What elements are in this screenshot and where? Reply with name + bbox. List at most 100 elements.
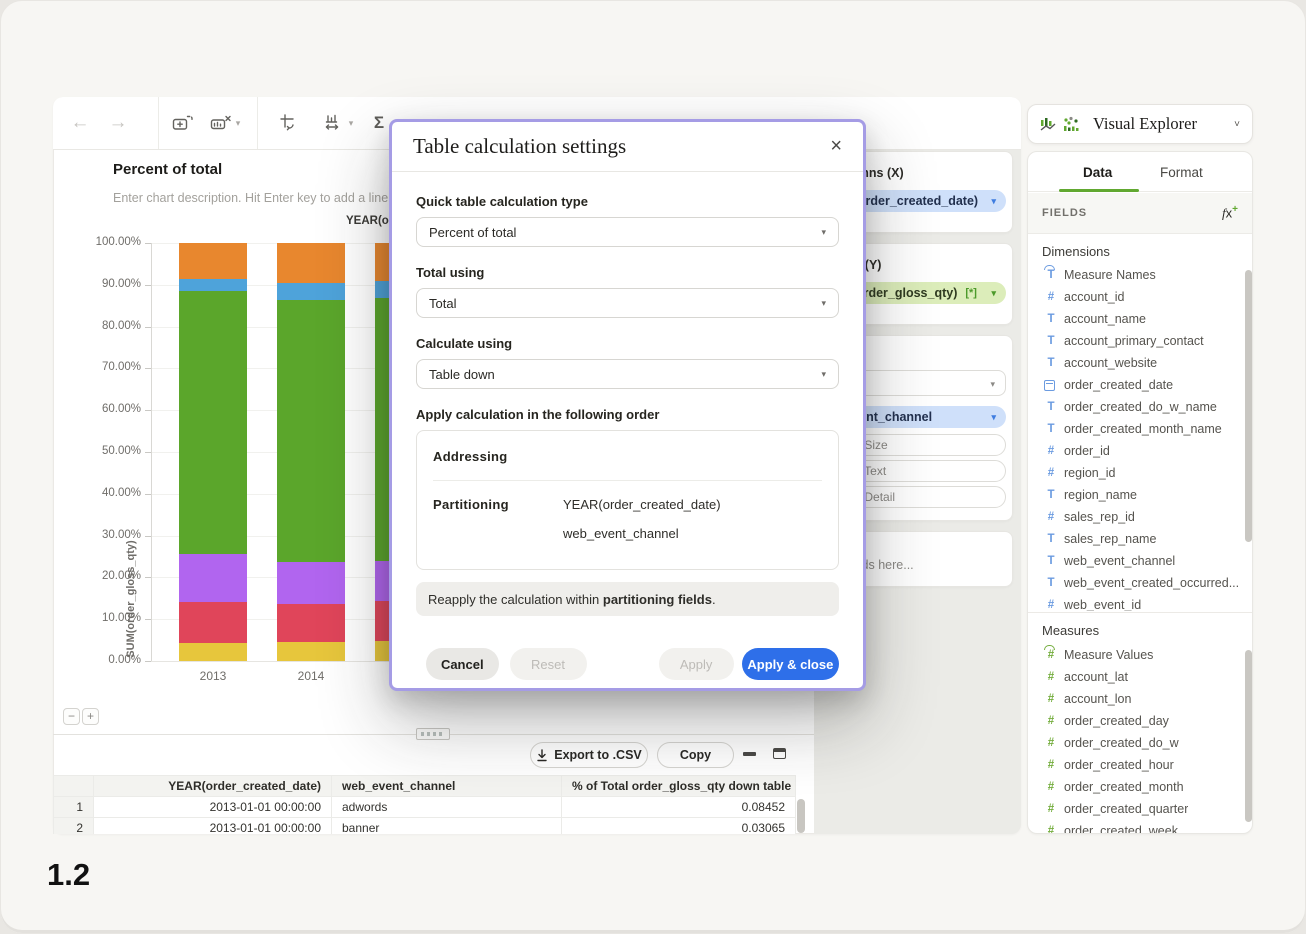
- field-item[interactable]: # order_created_do_w: [1028, 732, 1253, 754]
- bar-segment-blue-segment-2013[interactable]: [179, 279, 247, 292]
- bar-segment-green-segment-2013[interactable]: [179, 291, 247, 554]
- number-icon: #: [1044, 693, 1058, 705]
- table-calculation-modal: Table calculation settings × Quick table…: [389, 119, 866, 691]
- visual-explorer-icon: [1040, 115, 1084, 133]
- field-item[interactable]: # web_event_id: [1028, 594, 1253, 611]
- bar-segment-orange-segment-2014[interactable]: [277, 243, 345, 283]
- maximize-table-button[interactable]: [773, 748, 786, 759]
- add-formula-icon[interactable]: fx+: [1222, 204, 1238, 221]
- column-header[interactable]: web_event_channel: [332, 776, 562, 797]
- bar-segment-orange-segment-2013[interactable]: [179, 243, 247, 279]
- fit-axes-button[interactable]: ▾: [315, 97, 361, 149]
- table-scrollbar[interactable]: [797, 799, 805, 833]
- dimensions-list: T Measure Names # account_id T account_n…: [1028, 264, 1253, 611]
- clear-chart-button[interactable]: ▾: [203, 97, 247, 149]
- field-item[interactable]: # order_created_hour: [1028, 754, 1253, 776]
- table-cell: banner: [332, 818, 562, 835]
- swap-axes-button[interactable]: [271, 97, 305, 149]
- field-item[interactable]: # order_created_quarter: [1028, 798, 1253, 820]
- table-row[interactable]: 22013-01-01 00:00:00banner0.03065: [54, 818, 796, 835]
- app-window: ← → ▾: [0, 0, 1306, 934]
- zoom-in-button[interactable]: +: [82, 708, 99, 725]
- bar-segment-red-segment-2014[interactable]: [277, 604, 345, 642]
- zoom-out-button[interactable]: −: [63, 708, 80, 725]
- partitioning-field: YEAR(order_created_date): [563, 497, 721, 512]
- partitioning-values: YEAR(order_created_date)web_event_channe…: [563, 497, 721, 555]
- bar-segment-yellow-segment-2014[interactable]: [277, 642, 345, 661]
- bar-segment-purple-segment-2014[interactable]: [277, 562, 345, 604]
- bar-segment-red-segment-2013[interactable]: [179, 602, 247, 643]
- y-tick-label: 0.00%: [61, 654, 141, 666]
- tab-data[interactable]: Data: [1083, 152, 1112, 192]
- redo-button[interactable]: →: [103, 97, 133, 149]
- field-item[interactable]: T order_created_month_name: [1028, 418, 1253, 440]
- copy-button[interactable]: Copy: [657, 742, 734, 768]
- field-item[interactable]: # region_id: [1028, 462, 1253, 484]
- apply-button[interactable]: Apply: [659, 648, 734, 680]
- chart-type-selector[interactable]: Visual Explorer ˅: [1027, 104, 1253, 144]
- table-cell: 2: [54, 818, 94, 835]
- apply-close-button[interactable]: Apply & close: [742, 648, 839, 680]
- field-item[interactable]: # order_created_month: [1028, 776, 1253, 798]
- field-item[interactable]: # sales_rep_id: [1028, 506, 1253, 528]
- field-item[interactable]: # order_id: [1028, 440, 1253, 462]
- field-item[interactable]: T account_website: [1028, 352, 1253, 374]
- measures-scrollbar[interactable]: [1245, 650, 1252, 822]
- bar-segment-yellow-segment-2013[interactable]: [179, 643, 247, 661]
- modal-field-label: Total using: [416, 265, 839, 280]
- field-item[interactable]: T region_name: [1028, 484, 1253, 506]
- cancel-button[interactable]: Cancel: [426, 648, 499, 680]
- field-item[interactable]: T Measure Names: [1028, 264, 1253, 286]
- export-csv-button[interactable]: Export to .CSV: [530, 742, 648, 768]
- table-cell: 0.03065: [562, 818, 796, 835]
- column-header[interactable]: YEAR(order_created_date): [94, 776, 332, 797]
- close-icon[interactable]: ×: [830, 135, 842, 158]
- number-icon: #: [1044, 737, 1058, 749]
- dimensions-label: Dimensions: [1042, 244, 1110, 259]
- bar-segment-green-segment-2014[interactable]: [277, 300, 345, 562]
- bar-segment-purple-segment-2013[interactable]: [179, 554, 247, 602]
- table-row[interactable]: 12013-01-01 00:00:00adwords0.08452: [54, 797, 796, 818]
- calculate-using-select[interactable]: Table down▾: [416, 359, 839, 389]
- table-cell: adwords: [332, 797, 562, 818]
- panel-tabs: Data Format: [1028, 152, 1252, 192]
- total-using-select[interactable]: Total▾: [416, 288, 839, 318]
- reset-button[interactable]: Reset: [510, 648, 587, 680]
- chart-description[interactable]: Enter chart description. Hit Enter key t…: [113, 191, 388, 205]
- field-item[interactable]: T account_name: [1028, 308, 1253, 330]
- bar-segment-blue-segment-2014[interactable]: [277, 283, 345, 300]
- tab-format[interactable]: Format: [1160, 152, 1203, 192]
- column-header[interactable]: % of Total order_gloss_qty down table: [562, 776, 796, 797]
- field-item[interactable]: T web_event_created_occurred...: [1028, 572, 1253, 594]
- lasso-icon: [1044, 645, 1055, 650]
- modal-title: Table calculation settings: [413, 134, 626, 159]
- measures-label: Measures: [1042, 623, 1099, 638]
- table-header-row: YEAR(order_created_date) web_event_chann…: [54, 776, 796, 797]
- field-item[interactable]: # account_lon: [1028, 688, 1253, 710]
- field-item[interactable]: # account_lat: [1028, 666, 1253, 688]
- field-item[interactable]: # order_created_week: [1028, 820, 1253, 834]
- field-item[interactable]: # order_created_day: [1028, 710, 1253, 732]
- table-toolbar: Export to .CSV Copy: [53, 741, 814, 769]
- measures-list: # Measure Values # account_lat # account…: [1028, 644, 1253, 834]
- modal-field-label: Quick table calculation type: [416, 194, 839, 209]
- field-item[interactable]: T order_created_do_w_name: [1028, 396, 1253, 418]
- text-icon: T: [1044, 577, 1058, 589]
- dimensions-scrollbar[interactable]: [1245, 270, 1252, 542]
- field-item[interactable]: order_created_date: [1028, 374, 1253, 396]
- text-icon: T: [1044, 313, 1058, 325]
- field-item[interactable]: T sales_rep_name: [1028, 528, 1253, 550]
- field-item[interactable]: # Measure Values: [1028, 644, 1253, 666]
- number-icon: #: [1044, 825, 1058, 834]
- splitter-drag-handle[interactable]: [416, 728, 450, 740]
- field-item[interactable]: T web_event_channel: [1028, 550, 1253, 572]
- duplicate-chart-button[interactable]: [166, 97, 200, 149]
- field-item[interactable]: T account_primary_contact: [1028, 330, 1253, 352]
- quick-table-calculation-type-select[interactable]: Percent of total▾: [416, 217, 839, 247]
- table-cell: 2013-01-01 00:00:00: [94, 818, 332, 835]
- field-item[interactable]: # account_id: [1028, 286, 1253, 308]
- active-tab-underline: [1059, 189, 1139, 192]
- minimize-table-button[interactable]: [743, 752, 756, 756]
- undo-button[interactable]: ←: [65, 97, 95, 149]
- text-icon: T: [1044, 423, 1058, 435]
